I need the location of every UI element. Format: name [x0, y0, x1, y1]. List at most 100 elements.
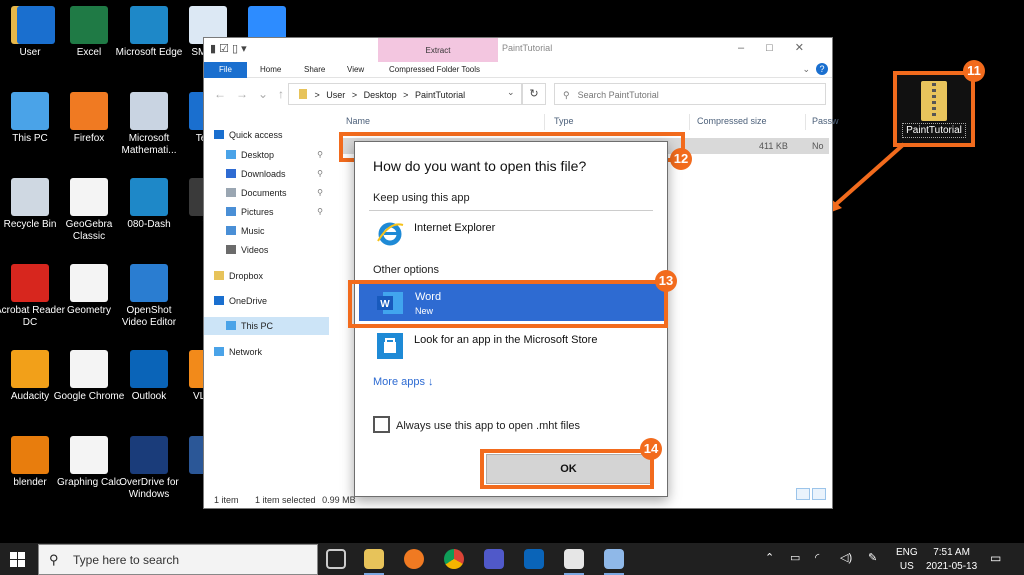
clock[interactable]: 7:51 AM 2021-05-13	[926, 546, 977, 574]
nav-item-label: Network	[229, 347, 263, 357]
column-headers: Name Type Compressed size Passw	[339, 114, 839, 130]
music-icon	[226, 226, 236, 235]
tray-chevron-up-icon[interactable]: ⌃	[765, 551, 774, 564]
details-view-icon[interactable]	[796, 488, 810, 500]
app-icon	[11, 178, 49, 216]
app-icon	[70, 92, 108, 130]
tab-view[interactable]: View	[347, 65, 364, 74]
app-icon	[70, 6, 108, 44]
address-separator: >	[314, 90, 320, 100]
nav-item-desktop[interactable]: Desktop ⚲	[226, 146, 329, 164]
file-explorer-taskbar-icon[interactable]	[364, 549, 384, 575]
desktop-icon	[226, 150, 236, 159]
volume-icon[interactable]: ◁)	[840, 551, 852, 564]
more-apps-link[interactable]: More apps ↓	[373, 376, 434, 388]
nav-item-label: Pictures	[241, 207, 274, 217]
nav-item-this-pc[interactable]: This PC	[204, 317, 329, 335]
app-option-microsoft-store[interactable]: Look for an app in the Microsoft Store	[369, 326, 667, 364]
nav-item-label: Dropbox	[229, 271, 264, 281]
pen-icon[interactable]: ✎	[868, 551, 877, 564]
always-use-checkbox[interactable]: Always use this app to open .mht files	[373, 416, 580, 433]
folder-icon	[214, 271, 224, 280]
breadcrumb-user[interactable]: User	[326, 90, 345, 100]
chevron-down-icon[interactable]: ⌄	[802, 64, 810, 75]
large-icons-view-icon[interactable]	[812, 488, 826, 500]
language-indicator[interactable]: ENG US	[896, 546, 918, 574]
nav-item-label: Documents	[241, 188, 287, 198]
nav-item-network[interactable]: Network	[214, 343, 317, 361]
search-input[interactable]: ⚲ Search PaintTutorial	[554, 83, 826, 105]
app-icon	[17, 6, 55, 44]
column-type[interactable]: Type	[554, 116, 574, 126]
help-icon[interactable]: ?	[816, 63, 828, 75]
title-bar: ▮ ☑ ▯ ▾ Extract PaintTutorial –□✕	[204, 38, 832, 62]
breadcrumb-desktop[interactable]: Desktop	[364, 90, 397, 100]
desktop-icon-app-5[interactable]	[0, 6, 72, 47]
tab-home[interactable]: Home	[260, 65, 281, 74]
column-compressed-size[interactable]: Compressed size	[697, 116, 767, 126]
context-tab-extract[interactable]: Extract	[378, 38, 498, 62]
address-bar-row: ←→⌄↑ > User > Desktop > PaintTutorial ⌄ …	[204, 78, 832, 108]
window-controls[interactable]: –□✕	[738, 41, 826, 54]
navigation-arrows[interactable]: ←→⌄↑	[214, 87, 294, 101]
desktop-icon-openshot-video-editor[interactable]: OpenShot Video Editor	[113, 264, 185, 329]
view-buttons	[794, 487, 826, 505]
tab-compressed-folder-tools[interactable]: Compressed Folder Tools	[389, 65, 480, 74]
screen-capture-taskbar-icon[interactable]	[564, 549, 584, 575]
nav-item-documents[interactable]: Documents ⚲	[226, 184, 329, 202]
wifi-icon[interactable]: ◜	[815, 551, 819, 564]
checkbox-icon[interactable]	[373, 416, 390, 433]
nav-item-videos[interactable]: Videos	[226, 241, 329, 259]
app-icon	[130, 6, 168, 44]
tab-share[interactable]: Share	[304, 65, 325, 74]
nav-item-onedrive[interactable]: OneDrive	[214, 292, 317, 310]
nav-item-music[interactable]: Music	[226, 222, 329, 240]
nav-item-label: Desktop	[241, 150, 275, 160]
taskbar-search-input[interactable]: ⚲ Type here to search	[38, 544, 318, 575]
app-icon	[130, 436, 168, 474]
address-dropdown-icon[interactable]: ⌄	[507, 87, 515, 98]
teams-taskbar-icon[interactable]	[484, 549, 504, 569]
folder-icon	[299, 89, 307, 99]
dialog-title: How do you want to open this file?	[373, 158, 587, 174]
app-icon	[70, 436, 108, 474]
paint-taskbar-icon[interactable]	[604, 549, 624, 575]
breadcrumb-painttutorial[interactable]: PaintTutorial	[415, 90, 465, 100]
desktop-zip-file[interactable]: PaintTutorial	[893, 71, 975, 147]
quick-access-toolbar[interactable]: ▮ ☑ ▯ ▾	[210, 42, 247, 55]
nav-item-quick-access[interactable]: Quick access	[214, 126, 317, 144]
zip-folder-icon	[921, 81, 947, 121]
status-bar: 1 item 1 item selected 0.99 MB	[214, 495, 370, 505]
file-size: 411 KB	[759, 141, 788, 151]
nav-item-dropbox[interactable]: Dropbox	[214, 267, 317, 285]
refresh-icon[interactable]: ↻	[522, 83, 546, 105]
chrome-taskbar-icon[interactable]	[444, 549, 464, 569]
pin-icon[interactable]: ⚲	[317, 203, 323, 221]
search-icon: ⚲	[563, 90, 570, 100]
nav-item-pictures[interactable]: Pictures ⚲	[226, 203, 329, 221]
callout-box-14	[480, 449, 654, 489]
task-view-icon[interactable]	[326, 549, 346, 569]
documents-icon	[226, 188, 236, 197]
nav-item-downloads[interactable]: Downloads ⚲	[226, 165, 329, 183]
pin-icon[interactable]: ⚲	[317, 165, 323, 183]
pin-icon[interactable]: ⚲	[317, 146, 323, 164]
column-password[interactable]: Passw	[812, 116, 839, 126]
outlook-taskbar-icon[interactable]	[524, 549, 544, 569]
address-bar[interactable]: > User > Desktop > PaintTutorial	[288, 83, 522, 105]
address-separator: >	[351, 90, 358, 100]
app-option-internet-explorer[interactable]: Internet Explorer	[369, 214, 667, 252]
status-selection: 1 item selected	[255, 495, 316, 505]
tab-file[interactable]: File	[204, 62, 247, 78]
always-use-label: Always use this app to open .mht files	[396, 420, 581, 432]
windows-start-icon[interactable]	[10, 552, 25, 567]
status-item-count: 1 item	[214, 495, 239, 505]
column-name[interactable]: Name	[346, 116, 370, 126]
notification-icon[interactable]: ▭	[990, 551, 1001, 565]
battery-icon[interactable]: ▭	[790, 551, 800, 564]
other-options-heading: Other options	[373, 264, 440, 276]
search-icon: ⚲	[49, 552, 59, 567]
firefox-taskbar-icon[interactable]	[404, 549, 424, 569]
pin-icon[interactable]: ⚲	[317, 184, 323, 202]
star-icon	[214, 130, 224, 139]
